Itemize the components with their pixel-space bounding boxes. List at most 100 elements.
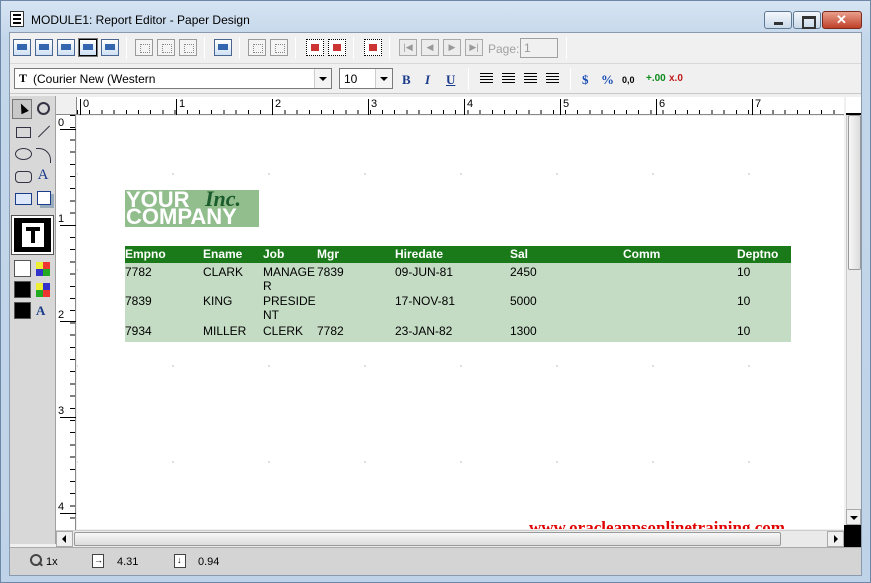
align-left-icon[interactable] [480,73,493,85]
fill-color-swatch[interactable] [14,260,31,277]
column-header-mgr[interactable]: Mgr [317,247,339,261]
empno-cell: 7934 [125,324,152,338]
column-header-job[interactable]: Job [263,247,284,261]
ruler-tick [60,225,76,226]
italic-button[interactable]: I [425,72,430,88]
column-header-empno[interactable]: Empno [125,247,166,261]
scroll-right-icon[interactable] [827,531,844,547]
ruler-tick [656,99,657,115]
tool-palette: A A [10,96,56,544]
table-row[interactable]: 7782 CLARK MANAGE R 7839 09-JUN-81 2450 … [125,263,791,293]
job-cell: PRESIDE [263,294,316,308]
horizontal-scroll-thumb[interactable] [74,532,781,546]
rounded-rectangle-tool-icon[interactable] [12,165,32,185]
sal-cell: 2450 [510,265,537,279]
fill-color-icon[interactable] [36,262,50,276]
underline-button[interactable]: U [446,72,455,88]
field-tool-icon[interactable] [12,187,32,207]
table-row[interactable]: 7839 KING PRESIDE NT 17-NOV-81 5000 10 [125,293,791,323]
close-button[interactable] [822,11,862,29]
first-page-icon[interactable]: |◀ [399,39,417,56]
title-bar: MODULE1: Report Editor - Paper Design [1,1,870,31]
column-header-ename[interactable]: Ename [203,247,242,261]
watermark-url: www.oracleappsonlinetraining.com [529,518,785,529]
ellipse-tool-icon[interactable] [12,143,32,163]
group-objects-icon[interactable] [328,39,346,56]
employee-report[interactable]: Empno Ename Job Mgr Hiredate Sal Comm De… [125,246,791,342]
select-tool-icon[interactable] [12,99,32,119]
page-number-input[interactable]: 1 [520,38,558,58]
column-header-sal[interactable]: Sal [510,247,528,261]
ruler-corner [56,97,77,115]
currency-format-button[interactable]: $ [582,72,589,88]
confine-mode-icon[interactable] [214,39,232,56]
frame-select-icon[interactable] [364,39,382,56]
arc-tool-icon[interactable] [33,143,53,163]
text-color-swatch[interactable] [14,302,31,319]
align-center-icon[interactable] [502,73,515,85]
scroll-left-icon[interactable] [56,531,73,547]
rectangle-tool-icon[interactable] [12,121,32,141]
font-name-value: (Courier New (Western [33,72,156,86]
paper-parameter-form-icon[interactable] [101,39,119,56]
ruler-mark: 7 [755,98,762,110]
vertical-scrollbar[interactable] [846,115,861,523]
chevron-down-icon[interactable] [375,69,392,88]
window-title: MODULE1: Report Editor - Paper Design [31,13,250,27]
trailer-section-icon[interactable] [179,39,197,56]
next-page-icon[interactable]: ▶ [443,39,461,56]
paper-design-view-icon[interactable] [78,38,98,57]
y-position-icon [174,554,186,568]
maximize-button[interactable] [793,11,821,29]
data-model-view-icon[interactable] [13,39,31,56]
horizontal-ruler: 0 1 2 3 4 5 6 7 [77,97,844,115]
frame-tool-icon[interactable] [33,187,53,207]
paper-design-canvas[interactable]: YOUR Inc. COMPANY Empno Ename Job Mgr Hi… [77,116,844,529]
horizontal-scrollbar[interactable] [56,530,844,547]
text-style-preview [11,215,54,255]
company-logo[interactable]: YOUR Inc. COMPANY [125,190,259,227]
align-right-icon[interactable] [524,73,537,85]
column-header-comm[interactable]: Comm [623,247,660,261]
status-bar: 1x 4.31 0.94 [10,547,861,575]
scroll-down-icon[interactable] [846,509,861,525]
header-section-icon[interactable] [135,39,153,56]
font-size-select[interactable]: 10 [339,68,393,89]
web-source-view-icon[interactable] [35,39,53,56]
select-parent-frame-icon[interactable] [248,39,266,56]
toolbar-separator [570,68,571,90]
vertical-scroll-thumb[interactable] [848,115,861,270]
paper-layout-view-icon[interactable] [57,39,75,56]
ruler-mark: 1 [58,213,65,225]
text-color-icon[interactable]: A [36,304,50,318]
line-color-swatch[interactable] [14,281,31,298]
column-header-hiredate[interactable]: Hiredate [395,247,443,261]
chevron-down-icon[interactable] [314,69,331,88]
minimize-button[interactable] [764,11,792,29]
text-tool-icon[interactable]: A [33,165,53,185]
align-justify-icon[interactable] [546,73,559,85]
ruler-mark: 4 [58,501,65,513]
ename-cell: KING [203,294,233,308]
bold-button[interactable]: B [402,72,411,88]
ruler-tick [176,99,177,115]
page-label: Page: [488,42,520,56]
line-tool-icon[interactable] [33,121,53,141]
empno-cell: 7839 [125,294,152,308]
toolbar-separator [239,37,240,59]
previous-page-icon[interactable]: ◀ [421,39,439,56]
select-all-icon[interactable] [306,39,324,56]
font-name-select[interactable]: T (Courier New (Western [14,68,332,89]
line-color-icon[interactable] [36,283,50,297]
magnify-tool-icon[interactable] [33,99,53,119]
flex-mode-icon[interactable] [270,39,288,56]
percent-format-button[interactable]: % [601,72,614,88]
ruler-tick [752,99,753,115]
main-section-icon[interactable] [157,39,175,56]
remove-decimal-button[interactable]: x.0 [669,73,683,84]
add-decimal-button[interactable]: +.00 [646,73,666,84]
last-page-icon[interactable]: ▶| [465,39,483,56]
commas-format-button[interactable]: 0,0 [622,75,635,85]
table-row[interactable]: 7934 MILLER CLERK 7782 23-JAN-82 1300 10 [125,323,791,342]
column-header-deptno[interactable]: Deptno [737,247,778,261]
